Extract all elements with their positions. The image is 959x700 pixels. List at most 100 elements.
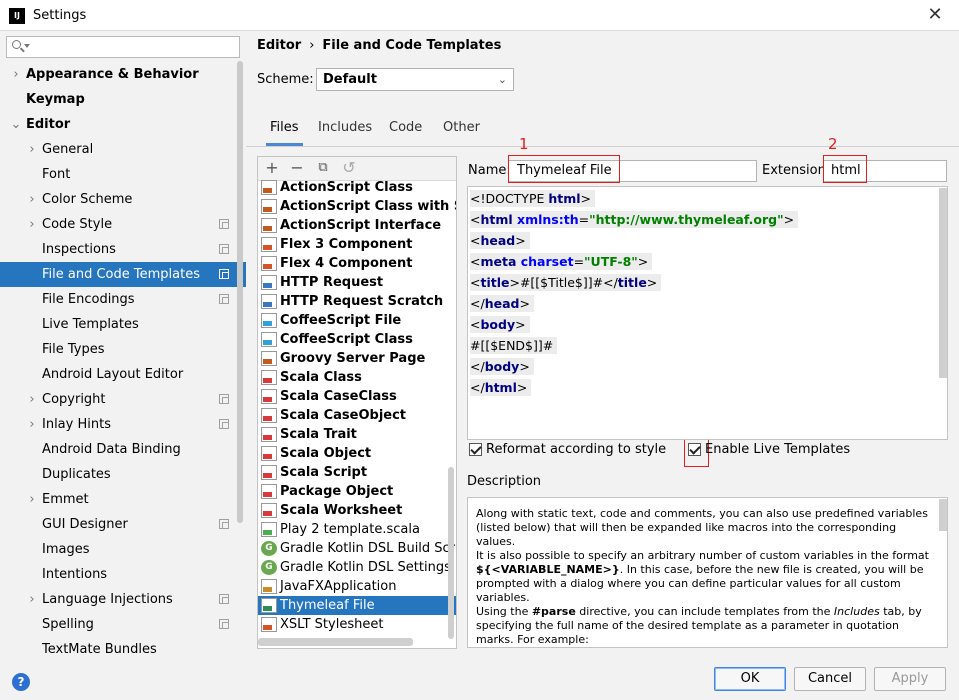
sidebar-item-android-data-binding[interactable]: Android Data Binding [0, 437, 246, 462]
sidebar-item-images[interactable]: Images [0, 537, 246, 562]
template-list-item[interactable]: Scala Class [258, 368, 456, 387]
template-list-item[interactable]: Scala CaseClass [258, 387, 456, 406]
template-list-item[interactable]: Scala Script [258, 463, 456, 482]
sidebar-item-emmet[interactable]: › Emmet [0, 487, 246, 512]
ok-button[interactable]: OK [714, 667, 786, 691]
sidebar-item-font[interactable]: Font [0, 162, 246, 187]
template-list-item-label: Flex 4 Component [280, 256, 413, 271]
template-list-item[interactable]: ActionScript Class with Supers [258, 197, 456, 216]
sidebar-item-android-layout-editor[interactable]: Android Layout Editor [0, 362, 246, 387]
template-list-item[interactable]: Thymeleaf File [258, 596, 456, 615]
project-settings-icon [219, 619, 229, 629]
sidebar-item-file-types[interactable]: File Types [0, 337, 246, 362]
chevron-right-icon[interactable]: › [26, 587, 38, 612]
gsp-file-icon [261, 351, 277, 366]
sidebar-item-intentions[interactable]: Intentions [0, 562, 246, 587]
template-list-item[interactable]: JavaFXApplication [258, 577, 456, 596]
chevron-right-icon[interactable]: › [26, 187, 38, 212]
code-line: <meta charset="UTF-8"> [470, 253, 653, 270]
sidebar-item-editor[interactable]: ⌄ Editor [0, 112, 246, 137]
tab-other[interactable]: Other [443, 118, 480, 146]
template-list-item[interactable]: Package Object [258, 482, 456, 501]
title-bar: IJ Settings ✕ [0, 0, 959, 31]
template-list-item[interactable]: G Gradle Kotlin DSL Settings [258, 558, 456, 577]
template-list-item[interactable]: Play 2 template.scala [258, 520, 456, 539]
chevron-right-icon[interactable]: › [10, 62, 22, 87]
tab-code[interactable]: Code [389, 118, 422, 146]
sidebar-item-language-injections[interactable]: › Language Injections [0, 587, 246, 612]
sidebar-item-gui-designer[interactable]: GUI Designer [0, 512, 246, 537]
template-list-item[interactable]: Scala Object [258, 444, 456, 463]
template-list-item[interactable]: G Gradle Kotlin DSL Build Script [258, 539, 456, 558]
api-file-icon [261, 275, 277, 290]
sidebar-item-label: Images [42, 542, 90, 557]
sidebar-item-spelling[interactable]: Spelling [0, 612, 246, 637]
chevron-right-icon[interactable]: › [26, 412, 38, 437]
sidebar-item-copyright[interactable]: › Copyright [0, 387, 246, 412]
tab-includes[interactable]: Includes [318, 118, 372, 146]
reformat-checkbox[interactable] [469, 443, 482, 456]
xsl-file-icon [261, 617, 277, 632]
project-settings-icon [219, 294, 229, 304]
apply-button[interactable]: Apply [874, 667, 946, 691]
template-code-editor[interactable]: <!DOCTYPE html> <html xmlns:th="http://ww… [467, 186, 948, 440]
sidebar-item-color-scheme[interactable]: › Color Scheme [0, 187, 246, 212]
description-scrollbar[interactable] [939, 499, 947, 531]
sidebar-item-keymap[interactable]: Keymap [0, 87, 246, 112]
project-settings-icon [219, 219, 229, 229]
template-list-item[interactable]: CoffeeScript File [258, 311, 456, 330]
sidebar-item-general[interactable]: › General [0, 137, 246, 162]
add-template-button[interactable]: + [262, 158, 282, 178]
template-list-vscrollbar[interactable] [448, 467, 454, 639]
template-list-item[interactable]: CoffeeScript Class [258, 330, 456, 349]
cancel-button[interactable]: Cancel [794, 667, 866, 691]
coffee-file-icon [261, 332, 277, 347]
sidebar-item-code-style[interactable]: › Code Style [0, 212, 246, 237]
search-input[interactable] [6, 36, 240, 58]
chevron-right-icon[interactable]: › [26, 137, 38, 162]
template-list-item[interactable]: Groovy Server Page [258, 349, 456, 368]
code-line: <title>#[[$Title$]]#</title> [470, 274, 662, 291]
template-list-item[interactable]: HTTP Request [258, 273, 456, 292]
chevron-right-icon[interactable]: › [26, 487, 38, 512]
template-list-item[interactable]: Flex 3 Component [258, 235, 456, 254]
sidebar-item-textmate-bundles[interactable]: TextMate Bundles [0, 637, 246, 659]
help-icon[interactable]: ? [12, 673, 30, 691]
live-templates-checkbox[interactable] [688, 443, 701, 456]
template-list-hscrollbar[interactable] [258, 638, 413, 646]
search-history-dropdown-icon[interactable] [24, 44, 30, 48]
tab-files[interactable]: Files [266, 118, 303, 146]
reset-template-button[interactable]: ↺ [339, 158, 359, 178]
sidebar-item-file-encodings[interactable]: File Encodings [0, 287, 246, 312]
code-editor-scrollbar[interactable] [939, 188, 947, 378]
flex-file-icon [261, 256, 277, 271]
sidebar-item-label: Font [42, 167, 71, 182]
template-list-item[interactable]: Scala CaseObject [258, 406, 456, 425]
as-file-icon [261, 218, 277, 233]
sidebar-item-live-templates[interactable]: Live Templates [0, 312, 246, 337]
sidebar-item-inspections[interactable]: Inspections [0, 237, 246, 262]
sidebar-item-label: Keymap [26, 92, 85, 107]
sidebar-item-file-and-code-templates[interactable]: File and Code Templates [0, 262, 246, 287]
template-list-item[interactable]: Scala Worksheet [258, 501, 456, 520]
copy-template-button[interactable]: ⧉ [313, 158, 333, 178]
chevron-right-icon[interactable]: › [26, 387, 38, 412]
code-line: <head> [470, 232, 530, 249]
scheme-select[interactable]: Default ⌄ [316, 68, 514, 91]
chevron-down-icon[interactable]: ⌄ [10, 112, 22, 137]
sidebar-item-label: Android Layout Editor [42, 367, 184, 382]
sidebar-scrollbar[interactable] [237, 61, 243, 523]
close-icon[interactable]: ✕ [922, 4, 948, 26]
template-list-item[interactable]: ActionScript Class [258, 178, 456, 197]
sidebar-item-duplicates[interactable]: Duplicates [0, 462, 246, 487]
remove-template-button[interactable]: − [287, 158, 307, 178]
chevron-right-icon[interactable]: › [26, 212, 38, 237]
template-list-item[interactable]: ActionScript Interface [258, 216, 456, 235]
sidebar-item-appearance-behavior[interactable]: › Appearance & Behavior [0, 62, 246, 87]
template-list-item[interactable]: HTTP Request Scratch [258, 292, 456, 311]
template-list-item[interactable]: XSLT Stylesheet [258, 615, 456, 634]
sidebar-item-inlay-hints[interactable]: › Inlay Hints [0, 412, 246, 437]
template-list-item[interactable]: Flex 4 Component [258, 254, 456, 273]
template-list-item[interactable]: Scala Trait [258, 425, 456, 444]
sidebar-item-label: Live Templates [42, 317, 139, 332]
